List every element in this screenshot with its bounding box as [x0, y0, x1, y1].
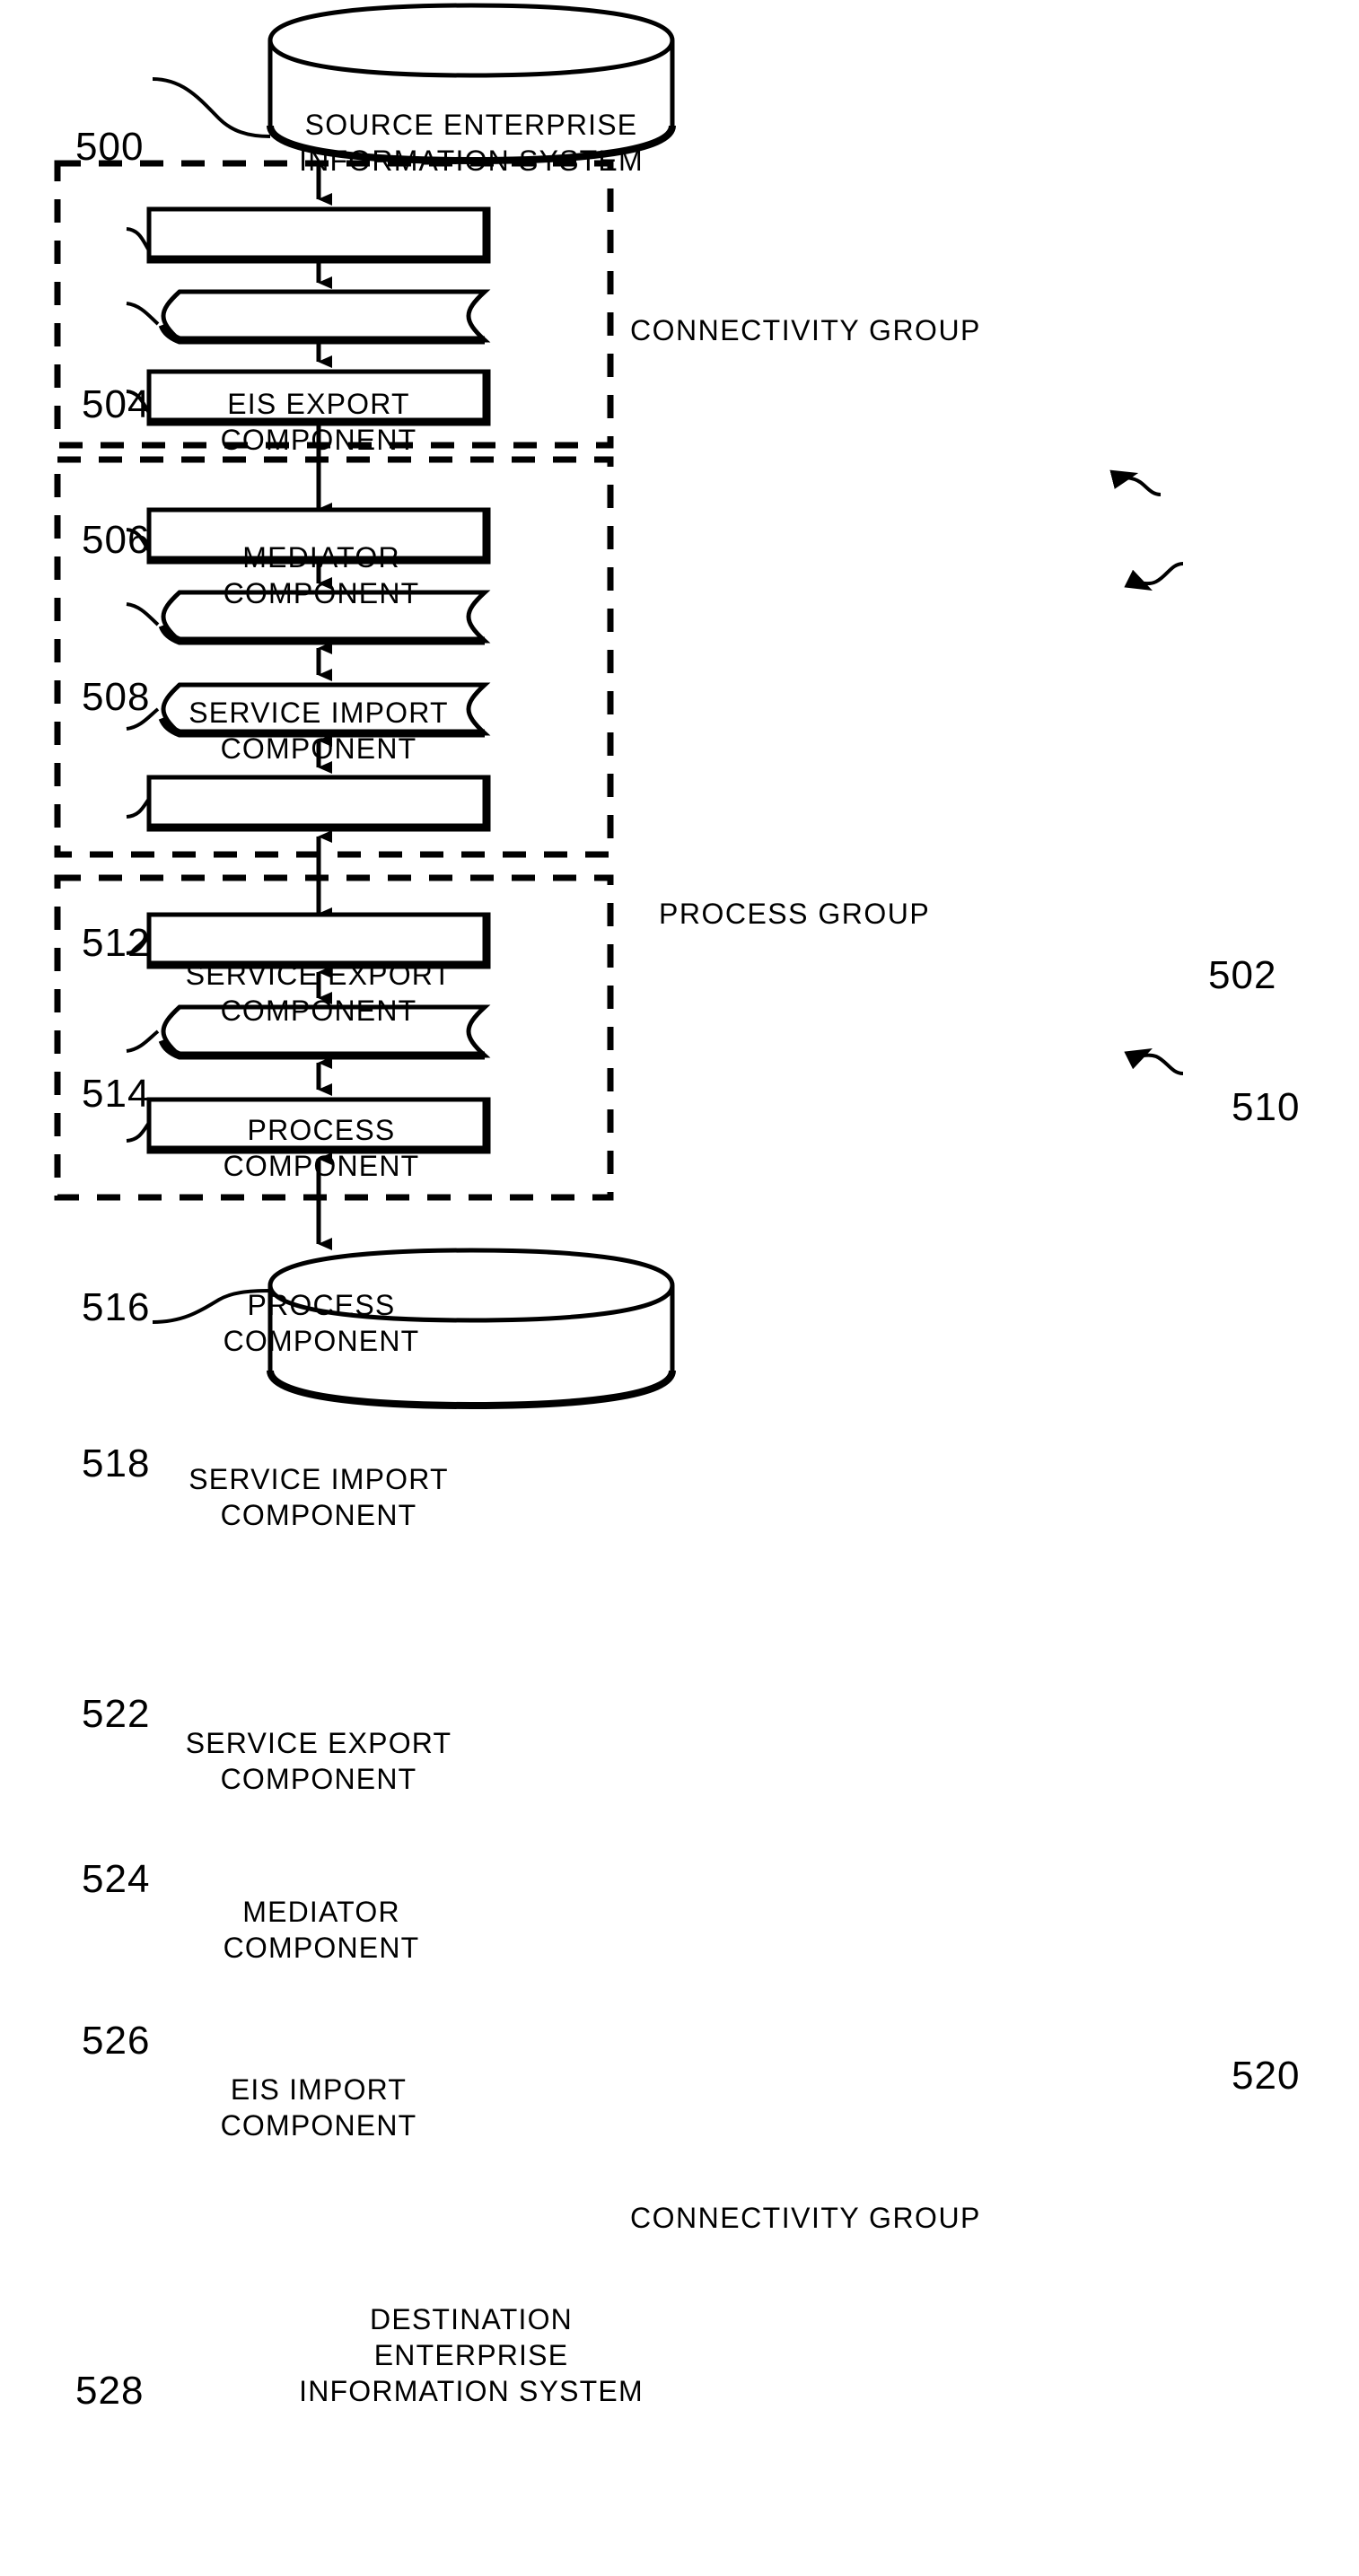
ref-508: 508	[82, 675, 151, 719]
source-eis-label: SOURCE ENTERPRISE INFORMATION SYSTEM	[270, 104, 672, 181]
eis-export-component-label: EIS EXPORT COMPONENT	[220, 388, 417, 456]
ref-518: 518	[82, 1441, 151, 1485]
service-import-component-2-label: SERVICE IMPORT COMPONENT	[189, 1463, 449, 1531]
ref-514: 514	[82, 1072, 151, 1116]
service-export-component-2-label: SERVICE EXPORT COMPONENT	[185, 1727, 452, 1795]
process-component-1-label: PROCESS COMPONENT	[223, 1114, 420, 1182]
connectivity-group-bottom-label: CONNECTIVITY GROUP	[630, 2202, 981, 2234]
destination-eis-line1: DESTINATION ENTERPRISE	[370, 2303, 573, 2371]
ref-526: 526	[82, 2019, 151, 2063]
leader-518	[126, 797, 151, 819]
service-export-component-1-label: SERVICE EXPORT COMPONENT	[185, 959, 452, 1027]
ref-516: 516	[82, 1285, 151, 1329]
ref-510: 510	[1232, 1085, 1301, 1129]
leader-524	[126, 1030, 160, 1053]
leader-520	[1124, 1048, 1184, 1075]
ref-524: 524	[82, 1857, 151, 1901]
figure-canvas: 500 504 506 508 512 514 516 518 522 524 …	[0, 0, 1359, 2576]
service-import-component-2-shape	[146, 775, 491, 832]
eis-import-component-label: EIS IMPORT COMPONENT	[220, 2073, 417, 2142]
ref-520: 520	[1232, 2054, 1301, 2098]
leader-502	[1109, 469, 1162, 496]
mediator-component-1-label: MEDIATOR COMPONENT	[223, 541, 420, 609]
leader-500	[152, 77, 271, 138]
ref-528: 528	[75, 2369, 145, 2413]
leader-504	[126, 227, 151, 252]
leader-510	[1124, 562, 1184, 591]
source-eis-line1: SOURCE ENTERPRISE	[304, 109, 638, 141]
ref-500: 500	[75, 125, 145, 169]
leader-526	[126, 1121, 151, 1143]
leader-506	[126, 302, 160, 326]
ref-512: 512	[82, 921, 151, 965]
destination-eis-line2: INFORMATION SYSTEM	[299, 2375, 644, 2407]
source-eis-line2: INFORMATION SYSTEM	[299, 145, 644, 177]
ref-522: 522	[82, 1692, 151, 1736]
service-import-component-1-label: SERVICE IMPORT COMPONENT	[189, 697, 449, 765]
process-group-label: PROCESS GROUP	[659, 898, 931, 930]
ref-502: 502	[1208, 953, 1277, 997]
mediator-component-1-shape	[158, 289, 491, 345]
eis-export-component-shape	[146, 206, 491, 264]
ref-504: 504	[82, 382, 151, 426]
leader-514	[126, 602, 160, 626]
mediator-component-2-label: MEDIATOR COMPONENT	[223, 1896, 420, 1964]
connectivity-group-top-label: CONNECTIVITY GROUP	[630, 314, 981, 346]
ref-506: 506	[82, 518, 151, 562]
process-component-2-label: PROCESS COMPONENT	[223, 1289, 420, 1357]
destination-eis-label: DESTINATION ENTERPRISE INFORMATION SYSTE…	[270, 2303, 672, 2407]
